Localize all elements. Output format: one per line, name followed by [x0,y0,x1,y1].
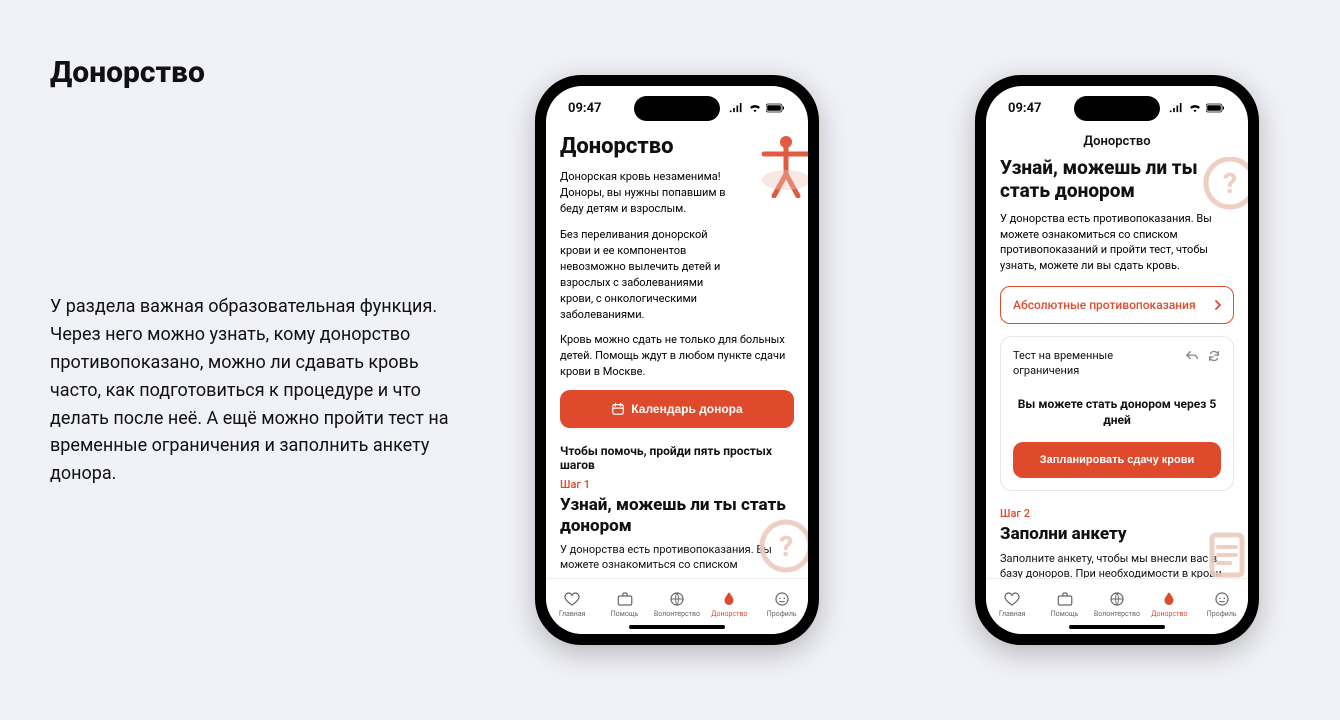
tab-label: Волонтерство [654,610,700,618]
question-illustration: ? [758,518,808,574]
tab-label: Главная [999,610,1026,618]
phone-mockup-1: 09:47 ? Донорство Донорская кровь не [535,75,819,645]
document-illustration [1200,527,1248,578]
screen-heading: Узнай, можешь ли ты стать донором [1000,157,1200,203]
tab-home[interactable]: Главная [547,590,597,618]
tab-donation[interactable]: Донорство [1144,590,1194,618]
tab-label: Профиль [767,610,797,618]
tab-label: Донорство [711,610,747,618]
svg-text:?: ? [779,530,793,563]
svg-text:?: ? [1223,167,1237,200]
globe-icon [668,590,686,608]
page-title: Донорство [50,55,205,90]
schedule-donation-button[interactable]: Запланировать сдачу крови [1013,442,1221,478]
tab-label: Донорство [1151,610,1187,618]
card-title: Тест на временные ограничения [1013,349,1133,378]
home-indicator [629,625,725,629]
tab-volunteer[interactable]: Волонтерство [1092,590,1142,618]
undo-icon[interactable] [1185,349,1199,363]
heart-icon [563,590,581,608]
tab-label: Профиль [1207,610,1237,618]
device-notch [1074,96,1160,121]
tab-label: Помощь [1051,610,1079,618]
nav-title: Донорство [986,130,1248,157]
donor-calendar-button[interactable]: Календарь донора [560,390,794,428]
status-time: 09:47 [1008,101,1042,116]
button-label: Календарь донора [631,402,742,416]
drop-icon [720,590,738,608]
tab-profile[interactable]: Профиль [757,590,807,618]
tab-label: Главная [559,610,586,618]
button-label: Запланировать сдачу крови [1040,454,1195,466]
device-notch [634,96,720,121]
page-description: У раздела важная образовательная функция… [50,293,450,488]
intro-paragraph-2: Без переливания донорской крови и ее ком… [560,227,730,323]
step-2-label: Шаг 2 [1000,507,1234,520]
phone-mockup-2: 09:47 Донорство ? Узнай, можешь ли ты ст… [975,75,1259,645]
home-indicator [1069,625,1165,629]
face-icon [773,590,791,608]
tab-help[interactable]: Помощь [1040,590,1090,618]
intro-paragraph: У донорства есть противопоказания. Вы мо… [1000,211,1234,275]
tab-volunteer[interactable]: Волонтерство [652,590,702,618]
intro-paragraph-3: Кровь можно сдать не только для больных … [560,332,794,380]
tab-label: Волонтерство [1094,610,1140,618]
drop-icon [1160,590,1178,608]
person-illustration [758,134,808,198]
tab-help[interactable]: Помощь [600,590,650,618]
heart-icon [1003,590,1021,608]
tab-profile[interactable]: Профиль [1197,590,1247,618]
step-2-heading: Заполни анкету [1000,524,1234,544]
briefcase-icon [1056,590,1074,608]
face-icon [1213,590,1231,608]
step-2-description: Заполните анкету, чтобы мы внесли вас в … [1000,551,1234,578]
row-label: Абсолютные противопоказания [1013,298,1196,312]
refresh-icon[interactable] [1207,349,1221,363]
status-icons [729,103,786,113]
test-result-card: Тест на временные ограничения Вы можете … [1000,336,1234,491]
chevron-right-icon [1215,300,1221,310]
tab-home[interactable]: Главная [987,590,1037,618]
tab-donation[interactable]: Донорство [704,590,754,618]
briefcase-icon [616,590,634,608]
intro-paragraph-1: Донорская кровь незаменима! Доноры, вы н… [560,169,730,217]
step-1-label: Шаг 1 [560,478,794,491]
status-icons [1169,103,1226,113]
steps-section-title: Чтобы помочь, пройди пять простых шагов [560,444,794,472]
test-result-text: Вы можете стать донором через 5 дней [1013,396,1221,428]
absolute-contraindications-row[interactable]: Абсолютные противопоказания [1000,286,1234,324]
question-illustration: ? [1202,157,1248,211]
status-time: 09:47 [568,101,602,116]
tab-label: Помощь [611,610,639,618]
globe-icon [1108,590,1126,608]
calendar-icon [611,402,625,416]
